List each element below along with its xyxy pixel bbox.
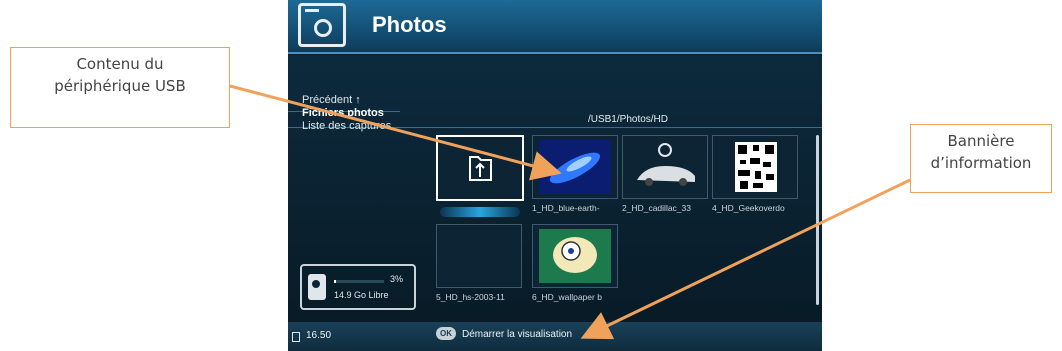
clock-icon (292, 332, 300, 342)
thumbnail-caption: 4_HD_Geekoverdo (712, 203, 785, 213)
callout-info-banner: Bannière d’information (910, 124, 1052, 193)
info-banner: 16.50 OK Démarrer la visualisation (288, 322, 822, 351)
callout-text: Bannière (947, 132, 1015, 150)
thumbnail-caption: 6_HD_wallpaper b (532, 292, 602, 302)
storage-gauge (334, 280, 384, 283)
header: Photos (288, 0, 822, 54)
callout-usb-content: Contenu du périphérique USB (10, 47, 230, 128)
browser-panel: Précédent ↑ Fichiers photos Liste des ca… (288, 56, 822, 322)
thumbnail-folder-up[interactable] (436, 135, 524, 217)
blue-earth-image (539, 140, 611, 194)
storage-gauge-fill (334, 280, 336, 283)
cadillac-image (637, 143, 695, 186)
thumbnail-2[interactable] (622, 135, 708, 199)
side-menu: Précédent ↑ Fichiers photos Liste des ca… (302, 94, 422, 133)
storage-percent: 3% (390, 274, 404, 284)
qr-pattern-image (735, 142, 777, 192)
thumbnail-3[interactable] (712, 135, 798, 199)
menu-item-previous[interactable]: Précédent ↑ (302, 94, 422, 107)
menu-item-photo-files[interactable]: Fichiers photos (302, 107, 422, 120)
disk-icon (308, 274, 326, 300)
start-viewing-hint: Démarrer la visualisation (462, 329, 573, 340)
callout-text: Contenu du (76, 55, 164, 73)
ok-button-icon: OK (436, 327, 456, 340)
storage-panel: 3% 14.9 Go Libre (300, 264, 416, 310)
scrollbar[interactable] (816, 135, 819, 305)
thumbnail-caption: 2_HD_cadillac_33 (622, 203, 691, 213)
thumbnail-caption: 5_HD_hs-2003-11 (436, 292, 505, 302)
callout-text: périphérique USB (54, 77, 186, 95)
camera-icon (298, 3, 346, 47)
folder-up-icon (469, 156, 492, 181)
dark-image (437, 225, 521, 287)
thumbnail-caption: 1_HD_blue-earth- (532, 203, 600, 213)
tv-screen: Photos Précédent ↑ Fichiers photos Liste… (288, 0, 822, 351)
thumbnail-1[interactable] (532, 135, 618, 199)
folder-path: /USB1/Photos/HD (587, 114, 669, 125)
menu-item-captures[interactable]: Liste des captures (302, 120, 422, 133)
callout-text: d’information (930, 154, 1032, 172)
wallpaper-image (539, 229, 611, 283)
thumbnail-6[interactable] (532, 224, 618, 288)
clock-time: 16.50 (306, 330, 332, 341)
page-title: Photos (372, 12, 447, 37)
storage-free: 14.9 Go Libre (334, 290, 389, 300)
thumbnail-5[interactable] (436, 224, 522, 288)
selection-highlight (440, 207, 520, 217)
